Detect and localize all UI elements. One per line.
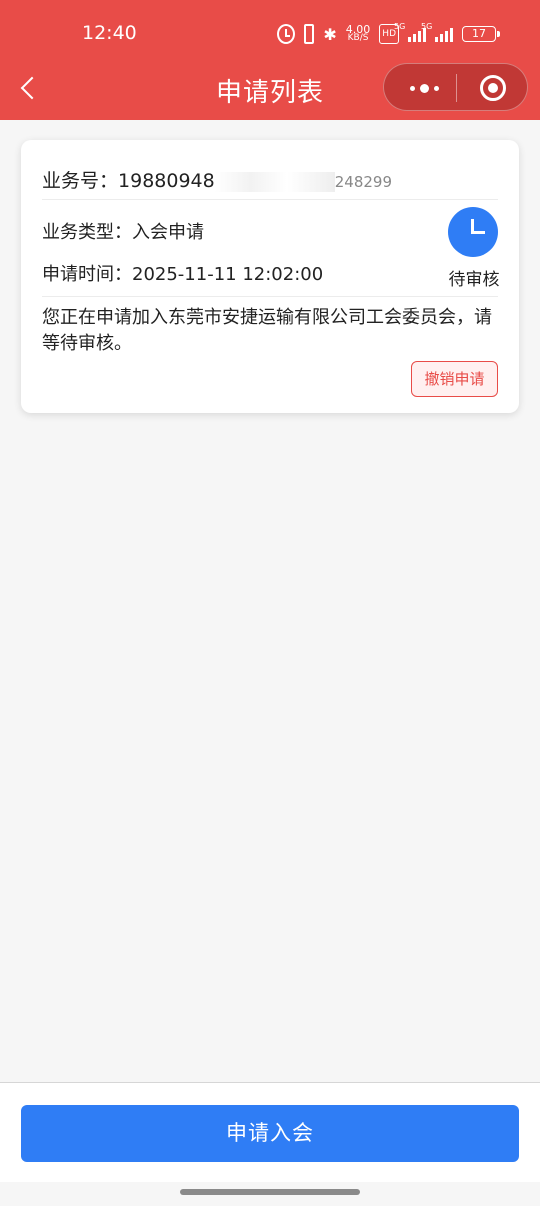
status-bar: 12:40 ✱ 4.00 KB/S HD 5G 5G 17 [0,0,540,70]
bluetooth-icon: ✱ [323,24,337,44]
divider [42,199,498,200]
application-card[interactable]: 业务号：19880948 248299 业务类型：入会申请 申请时间：2025-1… [21,140,519,413]
more-icon[interactable] [404,76,444,100]
apply-time: 申请时间：2025-11-11 12:02:00 [42,260,323,286]
status-badge: 待审核 [448,270,500,290]
close-mini-program-icon[interactable] [480,75,506,101]
vibrate-icon [304,24,315,44]
net-speed-unit: KB/S [347,33,369,43]
masked-region [214,171,335,192]
signal-1-label: 5G [394,22,406,31]
top-bar: 12:40 ✱ 4.00 KB/S HD 5G 5G 17 申请列表 [0,0,540,120]
bottom-bar: 申请入会 [0,1082,540,1182]
clock-icon [448,207,498,257]
business-number: 业务号：19880948 248299 [42,166,392,193]
mini-program-capsule [383,63,528,111]
signal-2-label: 5G [421,22,433,31]
apply-join-button[interactable]: 申请入会 [21,1105,519,1162]
alarm-icon [277,24,296,44]
application-description: 您正在申请加入东莞市安捷运输有限公司工会委员会，请等待审核。 [42,307,492,354]
apply-time-value: 2025-11-11 12:02:00 [132,264,324,285]
capsule-divider [456,74,457,102]
status-icons: ✱ 4.00 KB/S HD 5G 5G 17 [277,22,500,44]
signal-icon-2: 5G [421,22,453,42]
divider [42,296,498,297]
apply-time-label: 申请时间： [42,264,132,285]
business-number-value: 19880948 [118,170,215,192]
business-type: 业务类型：入会申请 [42,218,204,244]
battery-icon: 17 [462,26,500,42]
revoke-application-button[interactable]: 撤销申请 [411,361,498,397]
home-indicator[interactable] [180,1189,360,1195]
business-number-tail: 248299 [334,173,392,191]
business-type-value: 入会申请 [132,222,204,243]
business-number-label: 业务号： [42,170,119,192]
business-type-label: 业务类型： [42,222,132,243]
net-speed: 4.00 KB/S [346,24,371,44]
status-time: 12:40 [82,22,137,44]
